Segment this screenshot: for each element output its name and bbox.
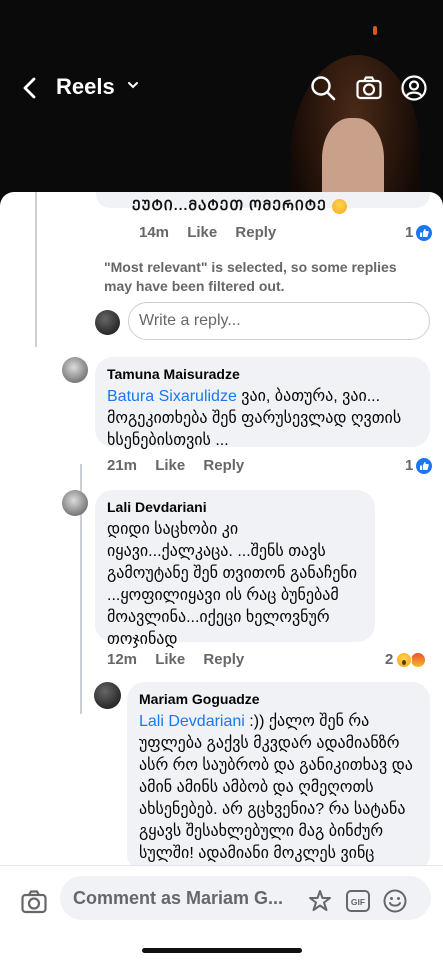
comment-time: 21m xyxy=(107,457,138,474)
comment-author[interactable]: Mariam Goguadze xyxy=(139,691,418,707)
comment-body: დიდი საცხობი კი იყავი...ქალკაცა. ...შენს… xyxy=(107,521,357,648)
reels-header: Reels xyxy=(0,0,443,200)
chevron-down-icon[interactable] xyxy=(127,78,139,93)
thread-line xyxy=(35,192,37,347)
comment-meta: 12m Like Reply xyxy=(107,651,258,668)
emoji-icon[interactable] xyxy=(382,888,408,914)
comment-bubble: Lali Devdariani დიდი საცხობი კი იყავი...… xyxy=(95,490,375,648)
avatar[interactable] xyxy=(94,682,121,709)
mention-link[interactable]: Lali Devdariani xyxy=(139,713,245,730)
reaction-count[interactable]: 1 xyxy=(405,457,433,474)
reaction-count[interactable]: 1 xyxy=(405,224,433,241)
comment-meta: 14m Like Reply xyxy=(139,224,290,241)
mention-link[interactable]: Batura Sixarulidze xyxy=(107,388,237,405)
sticker-icon[interactable] xyxy=(307,888,333,914)
comment-input[interactable]: Comment as Mariam G... xyxy=(60,876,431,920)
reaction-count-value: 2 xyxy=(385,651,394,668)
gif-icon[interactable]: GIF xyxy=(345,888,371,914)
avatar[interactable] xyxy=(62,490,88,516)
comment-time: 14m xyxy=(139,224,170,241)
comment-meta: 21m Like Reply xyxy=(107,457,258,474)
comment-time: 12m xyxy=(107,651,138,668)
search-icon[interactable] xyxy=(309,74,337,102)
comment-body: Batura Sixarulidze ვაი, ბათურა, ვაი... მ… xyxy=(107,386,418,452)
comment-bubble: Tamuna Maisuradze Batura Sixarulidze ვაი… xyxy=(95,357,430,449)
reply-input[interactable]: Write a reply... xyxy=(128,302,430,340)
comments-sheet: ᲔᲣᲢᲘ...ᲛᲐᲢᲔᲗ ᲝᲛᲔᲠᲘᲢᲔ 14m Like Reply 1 "M… xyxy=(0,192,443,960)
avatar[interactable] xyxy=(95,310,120,335)
reaction-count-value: 1 xyxy=(405,224,414,241)
camera-icon[interactable] xyxy=(355,74,383,102)
angry-reaction-icon xyxy=(410,651,427,668)
home-indicator xyxy=(142,948,302,953)
like-reaction-icon xyxy=(416,457,433,474)
reply-button[interactable]: Reply xyxy=(235,224,276,241)
video-background-face xyxy=(322,118,384,200)
reply-button[interactable]: Reply xyxy=(203,651,244,668)
comment-composer: Comment as Mariam G... GIF xyxy=(0,865,443,960)
comment-text-partial: ᲔᲣᲢᲘ...ᲛᲐᲢᲔᲗ ᲝᲛᲔᲠᲘᲢᲔ xyxy=(132,196,347,215)
comment-bubble: Mariam Goguadze Lali Devdariani :)) ქალო… xyxy=(127,682,430,872)
like-reaction-icon xyxy=(416,224,433,241)
reply-button[interactable]: Reply xyxy=(203,457,244,474)
gif-label: GIF xyxy=(351,897,365,907)
comment-body: Lali Devdariani :)) ქალო შენ რა უფლება გ… xyxy=(139,711,418,865)
profile-icon[interactable] xyxy=(400,74,428,102)
camera-icon[interactable] xyxy=(20,888,48,916)
like-button[interactable]: Like xyxy=(187,224,217,241)
smile-emoji-icon xyxy=(331,198,347,214)
avatar[interactable] xyxy=(62,357,88,383)
reaction-count[interactable]: 2 xyxy=(385,651,427,668)
reels-title[interactable]: Reels xyxy=(56,74,115,100)
comment-author[interactable]: Tamuna Maisuradze xyxy=(107,366,418,382)
back-arrow-icon[interactable] xyxy=(16,74,44,102)
like-button[interactable]: Like xyxy=(155,651,185,668)
reaction-count-value: 1 xyxy=(405,457,414,474)
filter-notice: "Most relevant" is selected, so some rep… xyxy=(104,259,397,294)
wow-reaction-icon xyxy=(396,651,413,668)
comment-text: :)) ქალო შენ რა უფლება გაქვს მკვდარ ადამ… xyxy=(139,713,413,862)
video-background-detail xyxy=(373,26,377,35)
like-button[interactable]: Like xyxy=(155,457,185,474)
comment-author[interactable]: Lali Devdariani xyxy=(107,499,363,515)
